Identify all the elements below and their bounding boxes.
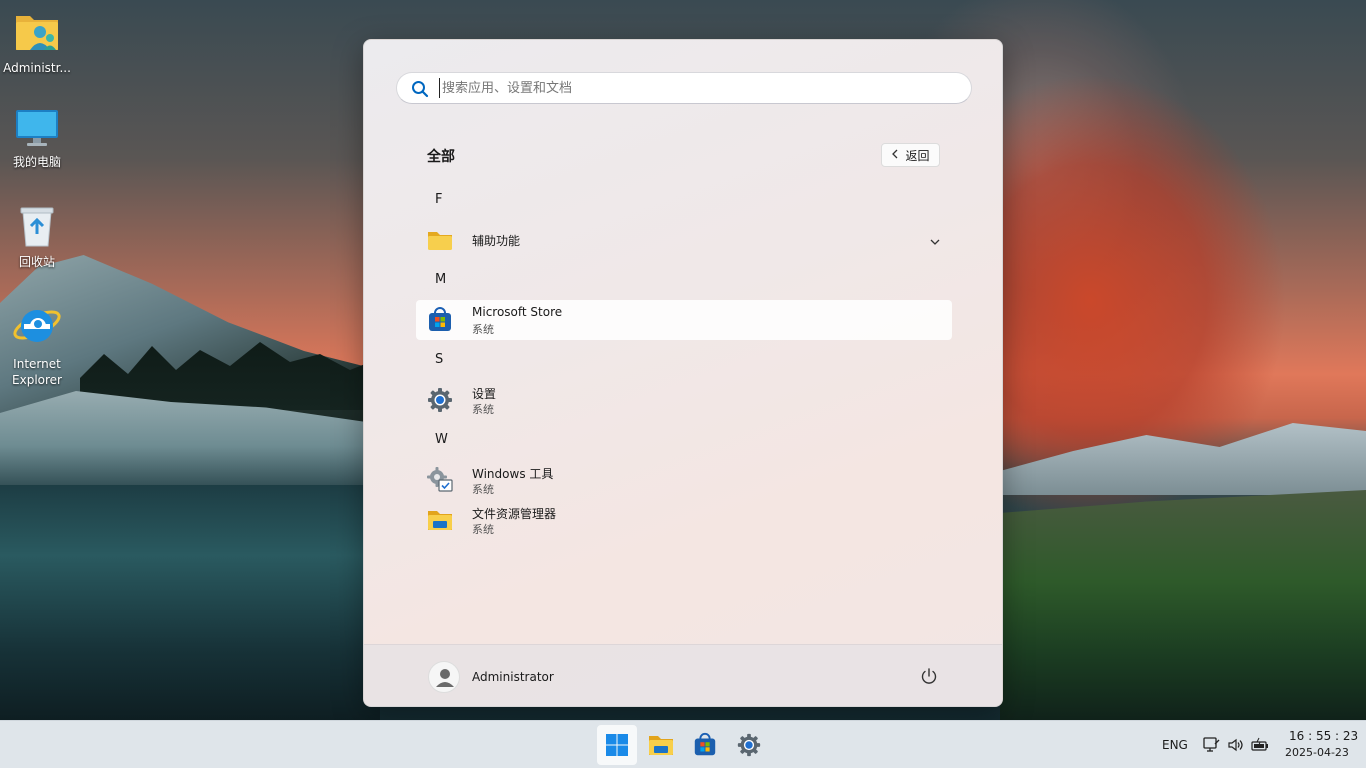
taskbar-settings[interactable] <box>729 725 769 765</box>
chevron-down-icon[interactable] <box>930 232 940 251</box>
app-accessibility-folder[interactable]: 辅助功能 <box>416 220 952 260</box>
app-windows-tools[interactable]: Windows 工具 系统 <box>416 460 952 500</box>
settings-gear-icon <box>426 386 454 414</box>
app-subtitle: 系统 <box>472 483 494 496</box>
letter-header-m[interactable]: M <box>435 272 446 287</box>
power-button[interactable] <box>920 667 938 689</box>
file-explorer-icon <box>649 736 673 755</box>
desktop-icon-label: 我的电脑 <box>12 155 61 169</box>
app-name: 设置 <box>472 387 497 401</box>
internet-explorer-icon <box>2 300 72 354</box>
search-icon <box>411 80 429 102</box>
computer-icon <box>2 108 72 152</box>
battery-icon[interactable] <box>1251 736 1269 758</box>
desktop-icon-label: Internet <box>13 357 61 371</box>
folder-icon <box>426 226 454 254</box>
user-name[interactable]: Administrator <box>472 670 554 684</box>
clock-date[interactable]: 2025-04-23 <box>1285 746 1349 759</box>
app-file-explorer[interactable]: 文件资源管理器 系统 <box>416 500 952 540</box>
taskbar: ENG 16 : 55 : 23 2025-04-23 <box>0 720 1366 768</box>
start-menu: 全部 返回 F 辅助功能 M <box>363 39 1003 707</box>
app-name: Windows 工具 <box>472 467 554 481</box>
taskbar-file-explorer[interactable] <box>641 725 681 765</box>
desktop-icon-label: 回收站 <box>18 255 55 269</box>
windows-tools-icon <box>426 466 454 494</box>
app-microsoft-store[interactable]: Microsoft Store 系统 <box>416 300 952 340</box>
power-icon <box>921 668 937 684</box>
start-icon <box>606 734 628 756</box>
user-folder-icon <box>2 10 72 58</box>
wallpaper-grass <box>1000 490 1366 720</box>
recycle-bin-icon <box>2 204 72 252</box>
start-menu-footer: Administrator <box>364 644 1002 706</box>
back-button-label: 返回 <box>905 148 930 163</box>
file-explorer-icon <box>426 506 454 534</box>
desktop-icon-recycle-bin[interactable]: 回收站 <box>2 204 72 270</box>
desktop-icon-internet-explorer[interactable]: Internet Explorer <box>2 300 72 388</box>
desktop-icon-administrator[interactable]: Administr... <box>2 10 72 76</box>
letter-header-f[interactable]: F <box>435 192 442 207</box>
search-input[interactable] <box>439 78 939 98</box>
volume-icon[interactable] <box>1227 736 1245 758</box>
letter-header-s[interactable]: S <box>435 352 443 367</box>
clock-time[interactable]: 16 : 55 : 23 <box>1289 729 1358 743</box>
taskbar-microsoft-store[interactable] <box>685 725 725 765</box>
all-apps-title: 全部 <box>427 149 455 165</box>
app-name: 辅助功能 <box>472 234 521 248</box>
app-name: Microsoft Store <box>472 305 563 319</box>
settings-gear-icon <box>737 733 761 757</box>
letter-header-w[interactable]: W <box>435 432 448 447</box>
app-subtitle: 系统 <box>472 323 494 336</box>
app-subtitle: 系统 <box>472 523 494 536</box>
app-name: 文件资源管理器 <box>472 507 557 521</box>
search-box[interactable] <box>396 72 972 104</box>
desktop-icon-label: Explorer <box>12 373 62 387</box>
desktop-icon-label: Administr... <box>3 61 71 75</box>
app-subtitle: 系统 <box>472 403 494 416</box>
desktop-icon-my-computer[interactable]: 我的电脑 <box>2 108 72 170</box>
user-avatar[interactable] <box>428 661 460 693</box>
app-settings[interactable]: 设置 系统 <box>416 380 952 420</box>
store-icon <box>426 306 454 334</box>
store-icon <box>694 732 716 756</box>
wallpaper-lake <box>0 485 380 720</box>
chevron-left-icon <box>891 148 899 162</box>
taskbar-start-button[interactable] <box>597 725 637 765</box>
network-icon[interactable] <box>1202 736 1220 758</box>
user-icon <box>436 669 454 687</box>
language-indicator[interactable]: ENG <box>1162 738 1188 752</box>
back-button[interactable]: 返回 <box>881 143 940 167</box>
